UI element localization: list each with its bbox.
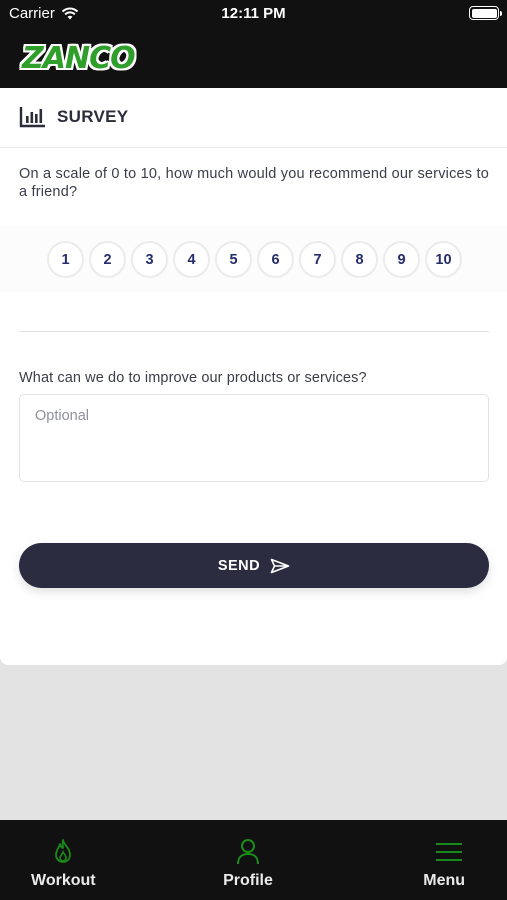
send-icon	[270, 558, 290, 573]
clock: 12:11 PM	[221, 5, 286, 22]
flame-icon	[55, 839, 71, 863]
brand-logo[interactable]: ZANCO	[22, 38, 136, 78]
status-bar: Carrier 12:11 PM	[0, 0, 507, 28]
tab-profile[interactable]: Profile	[176, 820, 321, 900]
rating-option-5[interactable]: 5	[215, 241, 252, 278]
rating-option-10[interactable]: 10	[425, 241, 462, 278]
app-header: ZANCO	[0, 28, 507, 88]
send-label: SEND	[217, 557, 261, 574]
survey-title: SURVEY	[57, 107, 129, 126]
rating-option-4[interactable]: 4	[173, 241, 210, 278]
tab-profile-label: Profile	[223, 872, 273, 889]
tab-workout-label: Workout	[31, 872, 96, 889]
battery-icon	[469, 6, 502, 20]
rating-option-8[interactable]: 8	[341, 241, 378, 278]
section-divider	[19, 331, 489, 332]
feedback-textarea[interactable]	[19, 394, 489, 482]
rating-option-7[interactable]: 7	[299, 241, 336, 278]
rating-option-3[interactable]: 3	[131, 241, 168, 278]
rating-option-9[interactable]: 9	[383, 241, 420, 278]
send-button[interactable]: SEND	[19, 543, 489, 588]
recommend-question: On a scale of 0 to 10, how much would yo…	[19, 166, 489, 200]
bottom-tab-bar: Workout Profile Menu	[0, 820, 507, 900]
tab-menu[interactable]: Menu	[320, 820, 507, 900]
tab-workout[interactable]: Workout	[0, 820, 176, 900]
survey-header: SURVEY	[0, 88, 507, 148]
rating-scale: 1 2 3 4 5 6 7 8 9 10	[47, 241, 462, 278]
bar-chart-icon	[19, 107, 45, 128]
tab-menu-label: Menu	[423, 872, 466, 889]
improve-question: What can we do to improve our products o…	[19, 370, 367, 386]
logo-text: ZANCO	[22, 40, 136, 76]
hamburger-menu-icon	[436, 843, 463, 861]
rating-option-2[interactable]: 2	[89, 241, 126, 278]
user-icon	[237, 839, 259, 865]
survey-card: SURVEY On a scale of 0 to 10, how much w…	[0, 88, 507, 665]
rating-option-1[interactable]: 1	[47, 241, 84, 278]
rating-option-6[interactable]: 6	[257, 241, 294, 278]
